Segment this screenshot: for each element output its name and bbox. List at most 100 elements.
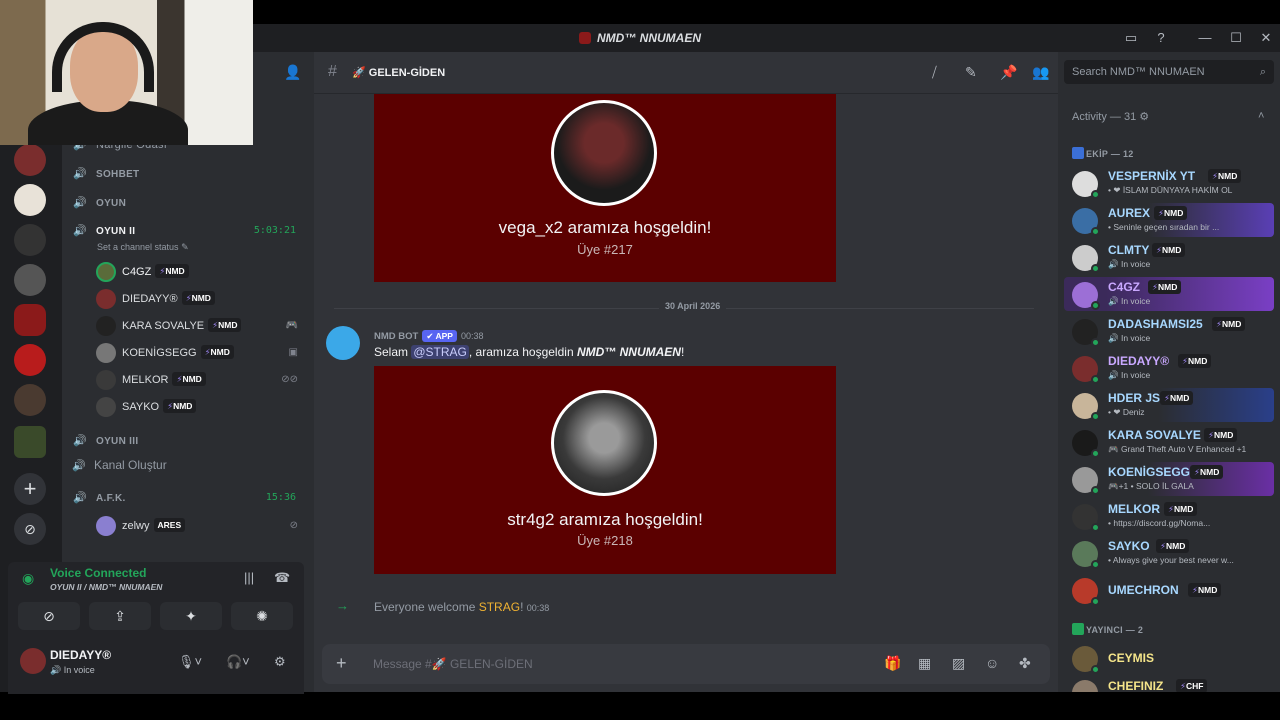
voice-user[interactable]: DIEDAYY® ⚡NMD xyxy=(96,288,306,312)
user-mention[interactable]: @STRAG xyxy=(411,345,469,359)
message-composer[interactable]: + Message #🚀 GELEN-GİDEN 🎁 ▦ ▨ ☺ ✤ xyxy=(322,644,1050,684)
server-icon[interactable] xyxy=(14,184,46,216)
welcome-avatar xyxy=(551,100,657,206)
message-input[interactable]: Message #🚀 GELEN-GİDEN xyxy=(373,657,533,671)
emoji-icon[interactable]: ☺ xyxy=(985,655,999,671)
settings-gear-icon[interactable]: ⚙ xyxy=(274,654,286,670)
voice-connected-label: Voice Connected xyxy=(50,566,147,580)
channel-title: 🚀 GELEN-GİDEN xyxy=(352,67,446,79)
close-button[interactable]: ✕ xyxy=(1256,28,1276,48)
server-icon[interactable] xyxy=(14,224,46,256)
disconnect-icon[interactable]: ☎ xyxy=(274,570,290,586)
deafened-icon: ⊘ xyxy=(289,520,298,531)
message-author[interactable]: NMD BOT ✔ APP 00:38 xyxy=(374,330,484,342)
member-item[interactable]: UMECHRON ⚡NMD xyxy=(1064,573,1274,607)
current-user-name: DIEDAYY® xyxy=(50,648,112,662)
voice-user[interactable]: MELKOR ⚡NMD ⊘⊘ xyxy=(96,369,306,393)
system-message: Everyone welcome STRAG! 00:38 xyxy=(374,600,550,614)
voice-user[interactable]: zelwy ARES ⊘ xyxy=(96,515,306,539)
headphones-icon[interactable]: 🎧˅ xyxy=(226,654,250,670)
gift-icon[interactable]: 🎁 xyxy=(884,655,901,672)
discover-icon[interactable]: ⊘ xyxy=(14,513,46,545)
add-server-button[interactable]: + xyxy=(14,473,46,505)
signal-icon[interactable]: ◉ xyxy=(22,570,34,587)
notification-icon[interactable]: ✎ xyxy=(965,64,977,81)
current-user-status: 🔊 In voice xyxy=(50,665,95,675)
threads-icon[interactable]: ⧸ xyxy=(932,64,937,81)
mic-icon[interactable]: 🎙˅ xyxy=(178,654,202,670)
member-list-icon[interactable]: 👥 xyxy=(1032,64,1049,81)
activities-button[interactable]: ✦ xyxy=(160,602,222,630)
activity-header[interactable]: Activity — 31 ⚙ ˄ xyxy=(1072,110,1264,123)
member-item[interactable]: KARA SOVALYE ⚡NMD 🎮 Grand Theft Auto V Enh… xyxy=(1064,425,1274,459)
welcome-text: str4g2 aramıza hoşgeldin! xyxy=(507,510,703,529)
server-icon-active[interactable] xyxy=(14,304,46,336)
avatar[interactable] xyxy=(20,648,46,674)
server-icon[interactable] xyxy=(14,344,46,376)
create-channel[interactable]: 🔊 Kanal Oluştur xyxy=(72,458,167,472)
chevron-up-icon[interactable]: ˄ xyxy=(1258,110,1264,122)
voice-user[interactable]: KARA SOVALYE ⚡NMD 🎮 xyxy=(96,315,306,339)
member-item[interactable]: SAYKO ⚡NMD • Always give your best never w… xyxy=(1064,536,1274,570)
server-icon[interactable] xyxy=(14,264,46,296)
inbox-icon[interactable]: ▭ xyxy=(1121,28,1141,48)
channel-sohbet[interactable]: 🔊 SOHBET xyxy=(72,163,312,185)
soundboard-button[interactable]: ✺ xyxy=(231,602,293,630)
member-item[interactable]: KOENİGSEGG ⚡NMD 🎮+1 • SOLO İL GALA xyxy=(1064,462,1274,496)
welcome-text: vega_x2 aramıza hoşgeldin! xyxy=(498,218,712,237)
hash-icon: # xyxy=(328,63,337,80)
camera-button[interactable]: ⊘ xyxy=(18,602,80,630)
channel-oyun-ii[interactable]: 🔊 OYUN II 5:03:21 xyxy=(72,220,312,242)
member-item[interactable]: C4GZ ⚡NMD 🔊 In voice xyxy=(1064,277,1274,311)
group-header: EKİP — 12 xyxy=(1072,147,1134,159)
message-text: Selam @STRAG, aramıza hoşgeldin NMD™ NNU… xyxy=(374,345,685,359)
sticker-icon[interactable]: ▨ xyxy=(952,655,965,672)
member-item[interactable]: CHEFINIZ ⚡CHF xyxy=(1064,675,1274,692)
maximize-button[interactable]: ☐ xyxy=(1226,28,1246,48)
date-divider: 30 April 2026 xyxy=(334,301,1034,311)
member-item[interactable]: CEYMIS xyxy=(1064,641,1274,675)
member-item[interactable]: HDER JS ⚡NMD • ❤ Deniz xyxy=(1064,388,1274,422)
help-icon[interactable]: ? xyxy=(1151,28,1171,48)
search-input[interactable]: Search NMD™ NNUMAEN ⌕ xyxy=(1064,60,1274,84)
voice-user[interactable]: SAYKO ⚡NMD xyxy=(96,396,306,420)
pin-icon[interactable]: 📌 xyxy=(1000,64,1017,81)
attach-icon[interactable]: + xyxy=(336,653,347,674)
member-item[interactable]: DADASHAMSI25 ⚡NMD 🔊 In voice xyxy=(1064,314,1274,348)
channel-afk[interactable]: 🔊 A.F.K. 15:36 xyxy=(72,487,312,509)
server-folder[interactable] xyxy=(14,426,46,458)
screen-share-button[interactable]: ⇪ xyxy=(89,602,151,630)
member-item[interactable]: DIEDAYY® ⚡NMD 🔊 In voice xyxy=(1064,351,1274,385)
member-item[interactable]: AUREX ⚡NMD • Seninle geçen sıradan bir ... xyxy=(1064,203,1274,237)
webcam-overlay xyxy=(0,0,253,145)
apps-icon[interactable]: ✤ xyxy=(1019,655,1031,672)
member-item[interactable]: VESPERNİX YT ⚡NMD • ❤ İSLAM DÜNYAYA HAKİM … xyxy=(1064,166,1274,200)
controller-icon: 🎮 xyxy=(285,320,298,331)
bot-avatar[interactable] xyxy=(326,326,360,360)
member-list: Search NMD™ NNUMAEN ⌕ Activity — 31 ⚙ ˄ EK… xyxy=(1058,52,1280,692)
add-friend-icon[interactable]: 👤 xyxy=(284,64,301,81)
chat-area: # 🚀 GELEN-GİDEN ⧸ ✎ 📌 👥 vega_x2 aramıza … xyxy=(314,52,1058,692)
afk-timer: 15:36 xyxy=(265,492,296,503)
member-number: Üye #217 xyxy=(577,242,633,257)
member-item[interactable]: CLMTY ⚡NMD 🔊 In voice xyxy=(1064,240,1274,274)
gif-icon[interactable]: ▦ xyxy=(918,655,931,672)
noise-suppression-icon[interactable]: ||| xyxy=(244,570,254,585)
welcome-embed[interactable]: vega_x2 aramıza hoşgeldin! Üye #217 xyxy=(374,94,836,282)
channel-oyun-iii[interactable]: 🔊 OYUN III xyxy=(72,430,312,452)
chat-header: # 🚀 GELEN-GİDEN ⧸ ✎ 📌 👥 xyxy=(314,52,1058,94)
group-header: YAYINCI — 2 xyxy=(1072,623,1143,635)
search-icon: ⌕ xyxy=(1259,66,1266,78)
voice-user[interactable]: C4GZ ⚡NMD xyxy=(96,261,306,285)
server-icon[interactable] xyxy=(14,144,46,176)
member-item[interactable]: MELKOR ⚡NMD • https://discord.gg/Noma... xyxy=(1064,499,1274,533)
minimize-button[interactable]: — xyxy=(1195,28,1215,48)
join-arrow-icon: → xyxy=(336,598,349,613)
voice-channel-link[interactable]: OYUN II / NMD™ NNUMAEN xyxy=(50,582,162,592)
server-icon[interactable] xyxy=(14,384,46,416)
voice-panel: ◉ Voice Connected OYUN II / NMD™ NNUMAEN… xyxy=(8,562,304,694)
voice-user[interactable]: KOENİGSEGG ⚡NMD ▣ xyxy=(96,342,306,366)
channel-oyun[interactable]: 🔊 OYUN xyxy=(72,192,312,214)
channel-status[interactable]: Set a channel status ✎ xyxy=(97,242,189,253)
welcome-embed[interactable]: str4g2 aramıza hoşgeldin! Üye #218 xyxy=(374,366,836,574)
